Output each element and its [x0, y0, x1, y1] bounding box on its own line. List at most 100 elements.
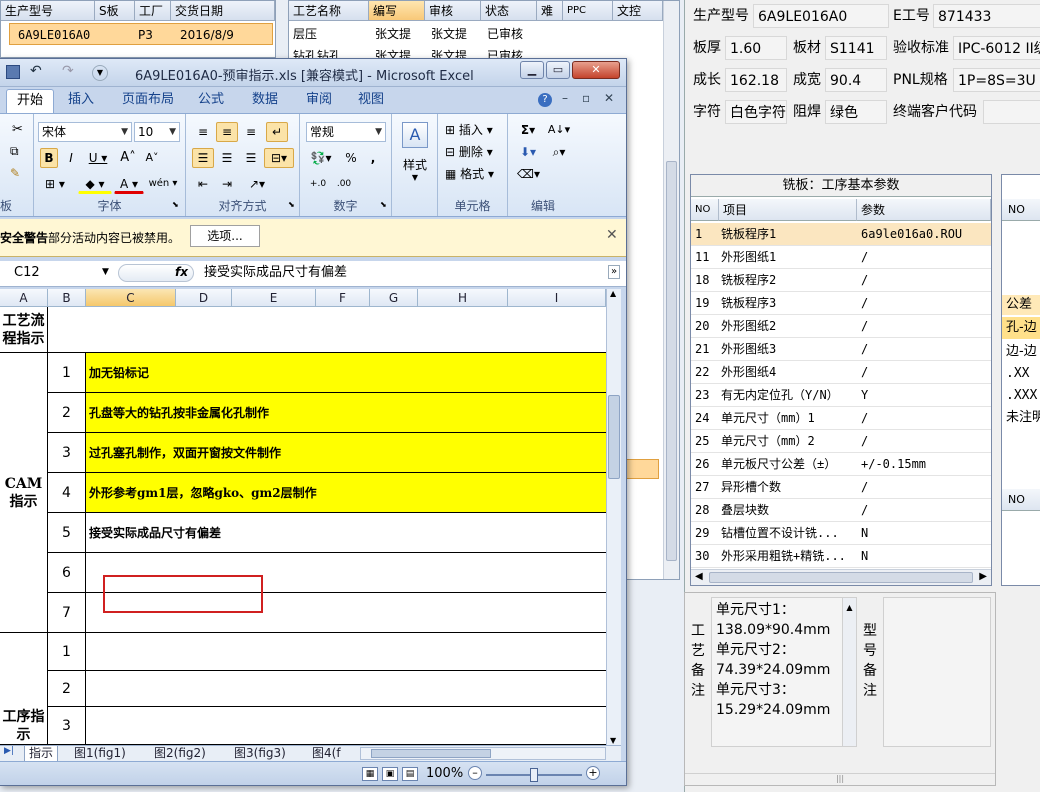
find-select-button[interactable]: ⌕▾	[544, 142, 574, 162]
font-name-select[interactable]: 宋体 ▼	[38, 122, 132, 142]
align-bottom-button[interactable]: ≡	[240, 122, 262, 142]
help-icon[interactable]: ?	[538, 93, 552, 107]
instruction-cell[interactable]: 接受实际成品尺寸有偏差	[86, 513, 606, 553]
mask-field[interactable]: 绿色	[825, 100, 887, 124]
number-launcher-icon[interactable]: ⬊	[380, 200, 387, 209]
merge-center-button[interactable]: ⊟▾	[264, 148, 294, 168]
param-row[interactable]: 23 有无内定位孔（Y/N） Y	[691, 384, 991, 407]
fx-icon[interactable]: fx	[175, 265, 188, 279]
italic-button[interactable]: I	[62, 148, 80, 168]
ribbon-close-icon[interactable]: ✕	[604, 91, 614, 105]
horizontal-scrollbar[interactable]	[360, 747, 606, 760]
col-header-G[interactable]: G	[370, 289, 418, 307]
align-right-button[interactable]: ☰	[240, 148, 262, 168]
row-number-cell[interactable]: 2	[48, 671, 86, 707]
tab-page-layout[interactable]: 页面布局	[112, 89, 184, 113]
border-button[interactable]: ⊞ ▾	[38, 174, 72, 194]
selected-row[interactable]: 6A9LE016A0 P3 2016/8/9	[9, 23, 273, 45]
percent-button[interactable]: %	[342, 148, 360, 168]
instruction-cell[interactable]	[86, 671, 606, 707]
col-header[interactable]: 文控	[613, 1, 663, 21]
cell[interactable]: 张文提	[371, 23, 411, 45]
col-header[interactable]: PPC	[563, 1, 613, 21]
thickness-field[interactable]: 1.60	[725, 36, 787, 60]
tab-formulas[interactable]: 公式	[188, 89, 234, 113]
worksheet[interactable]: 工艺流程指示 CAM指示 工序指示 1 加无铅标记 2 孔盘等大的钻孔按非金属化孔制作…	[0, 307, 608, 745]
ribbon-minimize-icon[interactable]: –	[562, 91, 568, 105]
row-number-cell[interactable]: 2	[48, 393, 86, 433]
page-layout-view-icon[interactable]: ▣	[382, 767, 398, 781]
row-number-cell[interactable]: 1	[48, 633, 86, 671]
scroll-up-icon[interactable]: ▲	[610, 289, 616, 298]
vertical-scrollbar[interactable]: ▲ ▼	[606, 289, 621, 745]
page-break-view-icon[interactable]: ▤	[402, 767, 418, 781]
col-header[interactable]: 审核	[425, 1, 481, 21]
col-header-no[interactable]: NO	[691, 199, 719, 221]
cell[interactable]: 层压	[289, 23, 317, 45]
col-header[interactable]: 状态	[481, 1, 537, 21]
row-number-cell[interactable]: 1	[48, 353, 86, 393]
param-row[interactable]: 24 单元尺寸（mm）1 /	[691, 407, 991, 430]
param-row[interactable]: 20 外形图纸2 /	[691, 315, 991, 338]
param-row[interactable]: 29 钻槽位置不设计铣... N	[691, 522, 991, 545]
align-middle-button[interactable]: ≡	[216, 122, 238, 142]
horizontal-scrollbar[interactable]: ◀ ▶	[691, 569, 991, 585]
scroll-thumb[interactable]	[608, 395, 620, 479]
cell[interactable]: 张文提	[427, 23, 467, 45]
bold-button[interactable]: B	[40, 148, 58, 168]
instruction-cell[interactable]: 孔盘等大的钻孔按非金属化孔制作	[86, 393, 606, 433]
font-launcher-icon[interactable]: ⬊	[172, 200, 179, 209]
model-field[interactable]: 6A9LE016A0	[753, 4, 889, 28]
zoom-slider-thumb[interactable]	[530, 768, 538, 782]
decrease-indent-button[interactable]: ⇤	[192, 174, 214, 194]
row-number-cell[interactable]: 5	[48, 513, 86, 553]
cell[interactable]: 已审核	[483, 23, 523, 45]
zoom-level[interactable]: 100%	[426, 766, 463, 781]
increase-indent-button[interactable]: ⇥	[216, 174, 238, 194]
param-row[interactable]: 19 铣板程序3 /	[691, 292, 991, 315]
scroll-thumb[interactable]	[709, 572, 973, 583]
col-header-A[interactable]: A	[0, 289, 48, 307]
formula-divider[interactable]: fx	[118, 264, 194, 282]
col-header[interactable]: 交货日期	[171, 1, 275, 21]
close-button[interactable]: ✕	[572, 61, 620, 79]
options-button[interactable]: 选项...	[190, 225, 260, 247]
char-field[interactable]: 白色字符	[725, 100, 787, 124]
col-header[interactable]: 工厂	[135, 1, 171, 21]
material-field[interactable]: S1141	[825, 36, 887, 60]
currency-button[interactable]: 💱▾	[306, 148, 336, 168]
instruction-cell[interactable]: 加无铅标记	[86, 353, 606, 393]
col-header[interactable]: S板	[95, 1, 135, 21]
scroll-thumb[interactable]	[666, 161, 677, 561]
cell-merged[interactable]	[48, 307, 606, 353]
instruction-cell[interactable]	[86, 707, 606, 745]
sheet-tab-instructions[interactable]: 指示	[24, 746, 59, 762]
param-row[interactable]: 27 异形槽个数 /	[691, 476, 991, 499]
section-label[interactable]: 工艺流程指示	[0, 307, 48, 353]
width-field[interactable]: 90.4	[825, 68, 887, 92]
col-header[interactable]: 编写	[369, 1, 425, 21]
fill-button[interactable]: ⬇▾	[516, 142, 540, 162]
col-header[interactable]: 难	[537, 1, 563, 21]
instruction-cell[interactable]: 外形参考gm1层，忽略gko、gm2层制作	[86, 473, 606, 513]
tab-review[interactable]: 审阅	[296, 89, 342, 113]
e-field[interactable]: 871433	[933, 4, 1040, 28]
normal-view-icon[interactable]: ▦	[362, 767, 378, 781]
col-header-E[interactable]: E	[232, 289, 316, 307]
comma-button[interactable]: ,	[364, 148, 382, 168]
instruction-cell[interactable]	[86, 633, 606, 671]
pnl-field[interactable]: 1P=8S=3U	[953, 68, 1040, 92]
length-field[interactable]: 162.18	[725, 68, 787, 92]
tab-nav-icon[interactable]: ▶|	[4, 746, 14, 756]
underline-button[interactable]: U ▾	[86, 148, 110, 168]
col-header-I[interactable]: I	[508, 289, 606, 307]
title-bar[interactable]: ↶ ↷ ▼ 6A9LE016A0-预审指示.xls [兼容模式] - Micro…	[0, 59, 626, 87]
model-notes-field[interactable]	[883, 597, 991, 747]
param-row[interactable]: 28 叠层块数 /	[691, 499, 991, 522]
zoom-slider[interactable]	[486, 768, 582, 782]
ribbon-restore-icon[interactable]: ▫	[582, 91, 590, 105]
tab-home[interactable]: 开始	[6, 89, 55, 113]
customer-code-field[interactable]	[983, 100, 1040, 124]
row-number-cell[interactable]: 3	[48, 707, 86, 745]
tab-insert[interactable]: 插入	[58, 89, 104, 113]
